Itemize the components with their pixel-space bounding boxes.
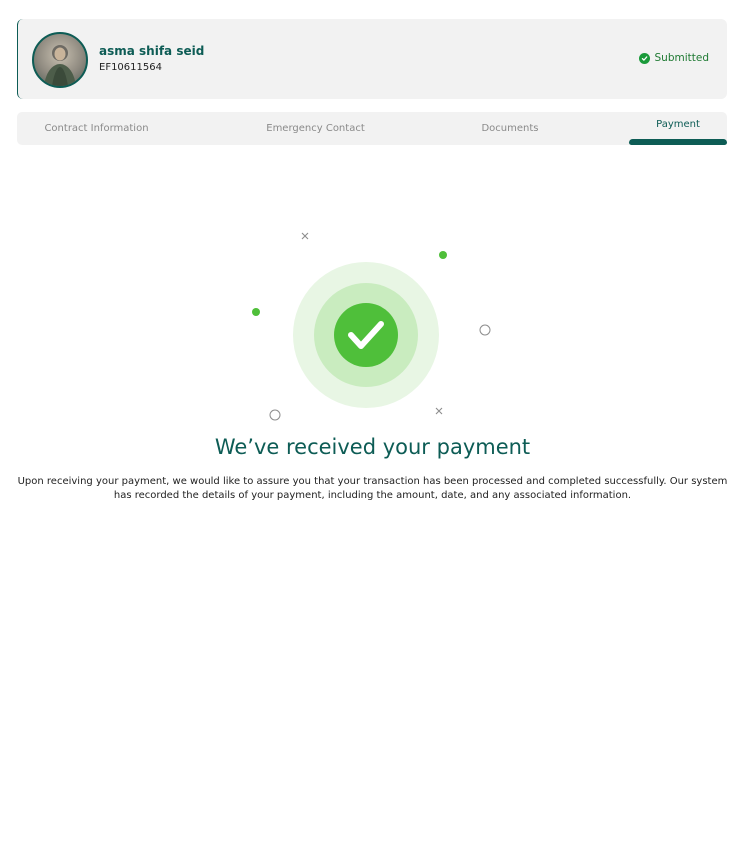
tab-label: Contract Information: [44, 123, 149, 134]
check-circle-icon: [638, 52, 650, 64]
payment-success-illustration: [240, 220, 500, 430]
tab-label: Documents: [481, 123, 539, 134]
ring-decoration: [269, 409, 281, 421]
profile-id: EF10611564: [99, 62, 162, 73]
tab-bar: Contract Information Emergency Contact D…: [17, 112, 727, 145]
profile-card: asma shifa seid EF10611564 Submitted: [17, 19, 727, 99]
tab-documents[interactable]: Documents: [470, 112, 550, 145]
profile-name: asma shifa seid: [99, 44, 205, 58]
avatar[interactable]: [32, 32, 88, 88]
x-mark-icon: [435, 407, 443, 415]
active-tab-indicator: [629, 139, 727, 145]
success-description: Upon receiving your payment, we would li…: [17, 476, 728, 501]
status-badge: Submitted: [638, 52, 710, 64]
ring-decoration: [479, 324, 491, 336]
dot-decoration: [252, 308, 260, 316]
x-mark-icon: [301, 232, 309, 240]
tab-payment[interactable]: Payment: [629, 112, 727, 145]
success-inner-circle: [334, 303, 398, 367]
tab-emergency-contact[interactable]: Emergency Contact: [245, 112, 386, 145]
dot-decoration: [439, 251, 447, 259]
tab-label: Payment: [656, 119, 700, 130]
tab-label: Emergency Contact: [266, 123, 365, 134]
success-title: We’ve received your payment: [214, 435, 531, 459]
tab-contract-information[interactable]: Contract Information: [29, 112, 164, 145]
status-label: Submitted: [654, 52, 710, 64]
